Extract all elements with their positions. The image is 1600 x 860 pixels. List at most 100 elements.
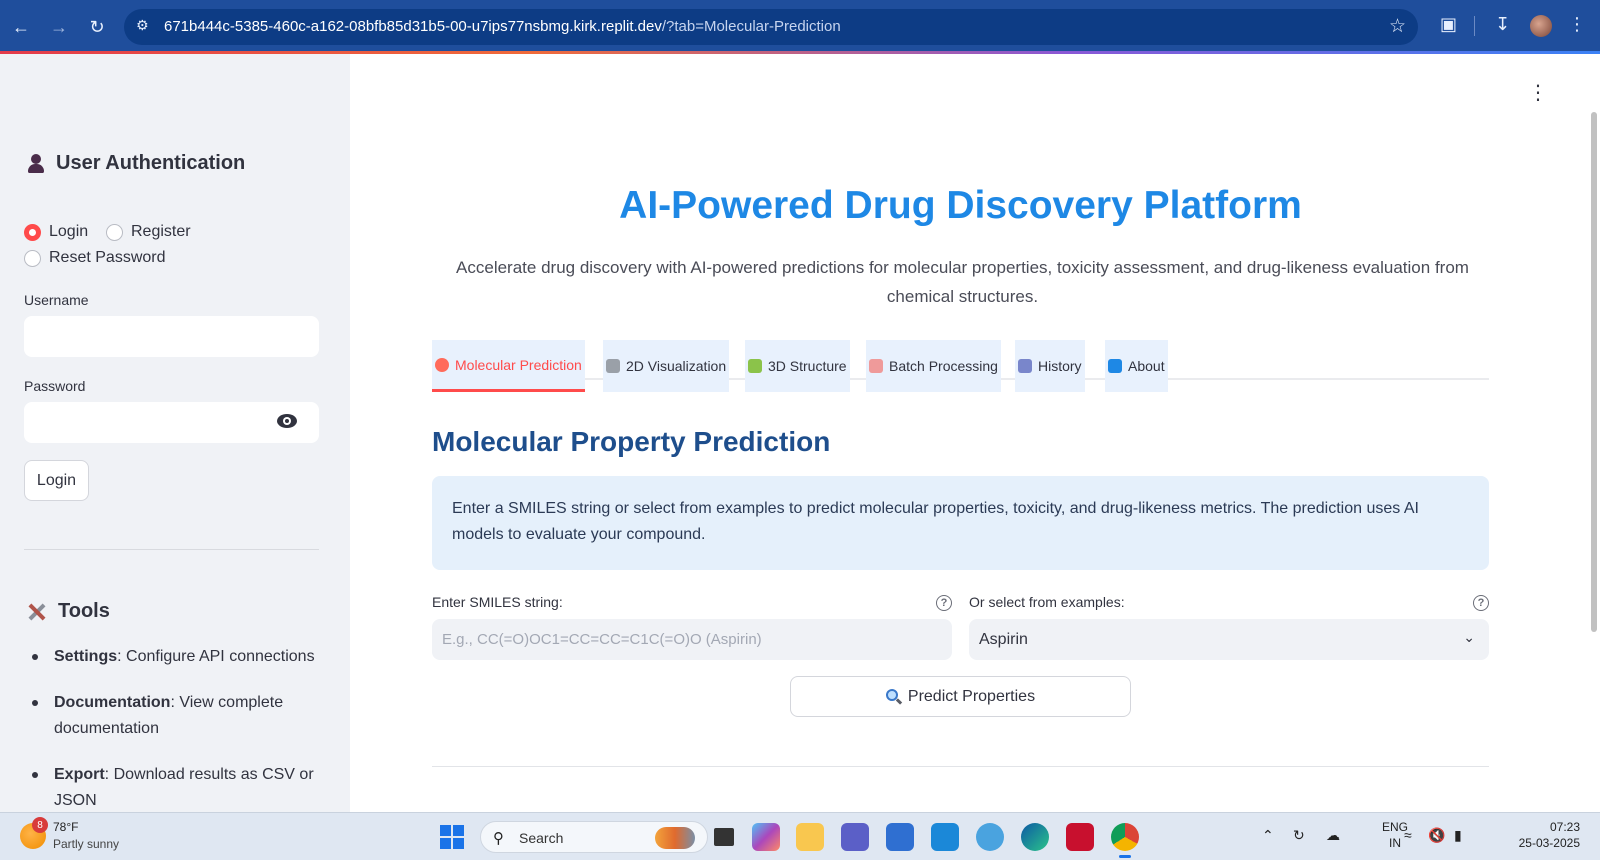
tab-3d-structure[interactable]: 3D Structure (745, 340, 850, 392)
wifi-icon[interactable]: ≈ (1404, 827, 1412, 843)
url-path: /?tab=Molecular-Prediction (661, 18, 841, 35)
tab-molecular-prediction[interactable]: Molecular Prediction (432, 340, 585, 392)
radio-login-label: Login (49, 223, 89, 240)
radio-indicator[interactable] (106, 223, 123, 241)
password-field[interactable] (24, 402, 319, 443)
predict-button[interactable]: Predict Properties (790, 676, 1131, 717)
tools-title-text: Tools (58, 600, 110, 622)
copilot-icon[interactable] (752, 823, 780, 851)
info-icon (1108, 359, 1122, 373)
profile-avatar[interactable] (1530, 15, 1552, 37)
smiles-input[interactable] (432, 619, 952, 660)
radio-login[interactable]: Login (24, 223, 88, 241)
examples-selected-value: Aspirin (979, 630, 1028, 648)
search-label: Search (519, 830, 564, 846)
file-explorer-icon[interactable] (796, 823, 824, 851)
tab-label: About (1128, 358, 1165, 374)
radio-register-label: Register (131, 223, 191, 240)
tool-name: Export (54, 766, 105, 783)
volume-mute-icon[interactable]: 🔇 (1428, 827, 1445, 844)
auth-title-text: User Authentication (56, 152, 246, 174)
username-label: Username (24, 292, 89, 308)
auth-title: User Authentication (26, 152, 245, 175)
sync-icon[interactable]: ↻ (1293, 827, 1305, 844)
help-icon[interactable]: ? (1473, 595, 1489, 611)
page-title: AI-Powered Drug Discovery Platform (619, 184, 1302, 227)
tab-batch-processing[interactable]: Batch Processing (866, 340, 1001, 392)
store-icon[interactable] (886, 823, 914, 851)
search-highlight-icon (655, 827, 695, 849)
weather-temp[interactable]: 78°F (53, 820, 78, 834)
windows-start-icon[interactable] (440, 825, 464, 849)
teams-icon[interactable] (841, 823, 869, 851)
browser-toolbar: ← → ↻ ⚙ 671b444c-5385-460c-a162-08bfb85d… (0, 0, 1600, 54)
magnifier-icon (885, 688, 903, 705)
radio-indicator[interactable] (24, 249, 41, 267)
examples-select[interactable]: Aspirin ⌄ (969, 619, 1489, 660)
clock-time: 07:23 (1549, 820, 1580, 834)
help-icon[interactable]: ? (936, 595, 952, 611)
download-icon[interactable]: ↧ (1495, 14, 1510, 35)
section-title: Molecular Property Prediction (432, 426, 831, 457)
login-button[interactable]: Login (24, 460, 89, 501)
tab-history[interactable]: History (1015, 340, 1085, 392)
app-menu-icon[interactable]: ⋮ (1528, 80, 1548, 105)
list-item: Documentation: View complete documentati… (26, 690, 326, 742)
radio-selected-indicator[interactable] (24, 223, 41, 241)
extensions-icon[interactable]: ▣ (1440, 14, 1457, 35)
pill-icon (435, 357, 449, 372)
toolbar-separator (1474, 16, 1475, 36)
predict-button-label: Predict Properties (907, 687, 1036, 705)
tools-icon (26, 601, 48, 623)
scrollbar[interactable] (1591, 112, 1597, 632)
tab-label: 3D Structure (768, 358, 847, 374)
weather-desc[interactable]: Partly sunny (53, 837, 119, 851)
search-icon: ⚲ (493, 830, 504, 847)
browser-menu-icon[interactable]: ⋮ (1568, 14, 1586, 35)
edge-icon[interactable] (1021, 823, 1049, 851)
url-text[interactable]: 671b444c-5385-460c-a162-08bfb85d31b5-00-… (164, 18, 841, 35)
tool-name: Settings (54, 648, 118, 665)
username-field[interactable] (24, 316, 319, 357)
calendar-icon (869, 359, 883, 373)
page-subtitle: Accelerate drug discovery with AI-powere… (456, 258, 1469, 306)
tab-label: 2D Visualization (626, 358, 727, 374)
main-content: ⋮ AI-Powered Drug Discovery Platform Acc… (350, 54, 1600, 812)
radio-reset-label: Reset Password (49, 249, 166, 266)
password-label: Password (24, 378, 86, 394)
chevron-up-icon[interactable]: ⌃ (1262, 827, 1274, 844)
task-view-icon[interactable] (714, 828, 734, 846)
back-icon[interactable]: ← (6, 12, 36, 42)
onedrive-icon[interactable]: ☁ (1326, 827, 1340, 844)
examples-label: Or select from examples: (969, 594, 1125, 610)
mcafee-icon[interactable] (1066, 823, 1094, 851)
taskbar: 8 78°F Partly sunny ⚲ Search ⌃ ↻ ☁ ENG I… (0, 812, 1600, 860)
url-host: 671b444c-5385-460c-a162-08bfb85d31b5-00-… (164, 18, 662, 35)
radio-reset-password[interactable]: Reset Password (24, 249, 166, 267)
taskbar-search[interactable]: ⚲ Search (480, 821, 708, 853)
show-password-icon[interactable] (277, 414, 297, 428)
tools-title: Tools (26, 600, 110, 623)
smiles-label: Enter SMILES string: (432, 594, 563, 610)
tab-label: History (1038, 358, 1082, 374)
myhp-icon[interactable] (931, 823, 959, 851)
chevron-down-icon: ⌄ (1463, 629, 1475, 645)
tips-icon[interactable] (976, 823, 1004, 851)
battery-icon[interactable]: ▮ (1454, 827, 1462, 844)
site-settings-icon[interactable]: ⚙ (136, 17, 156, 37)
chrome-icon[interactable] (1111, 823, 1139, 858)
clock-date: 25-03-2025 (1518, 836, 1580, 850)
bar-chart-icon (1018, 359, 1032, 373)
bookmark-star-icon[interactable]: ☆ (1389, 15, 1406, 38)
clock[interactable]: 07:23 25-03-2025 (1510, 819, 1580, 851)
list-item: Export: Download results as CSV or JSON (26, 762, 326, 812)
test-tube-icon (748, 359, 762, 373)
tab-2d-visualization[interactable]: 2D Visualization (603, 340, 730, 392)
radio-register[interactable]: Register (106, 223, 191, 241)
forward-icon[interactable]: → (44, 12, 74, 42)
address-bar[interactable]: ⚙ 671b444c-5385-460c-a162-08bfb85d31b5-0… (124, 9, 1418, 45)
tab-label: Molecular Prediction (455, 356, 582, 373)
user-icon (26, 153, 46, 174)
reload-icon[interactable]: ↻ (82, 12, 112, 42)
tab-about[interactable]: About (1105, 340, 1168, 392)
